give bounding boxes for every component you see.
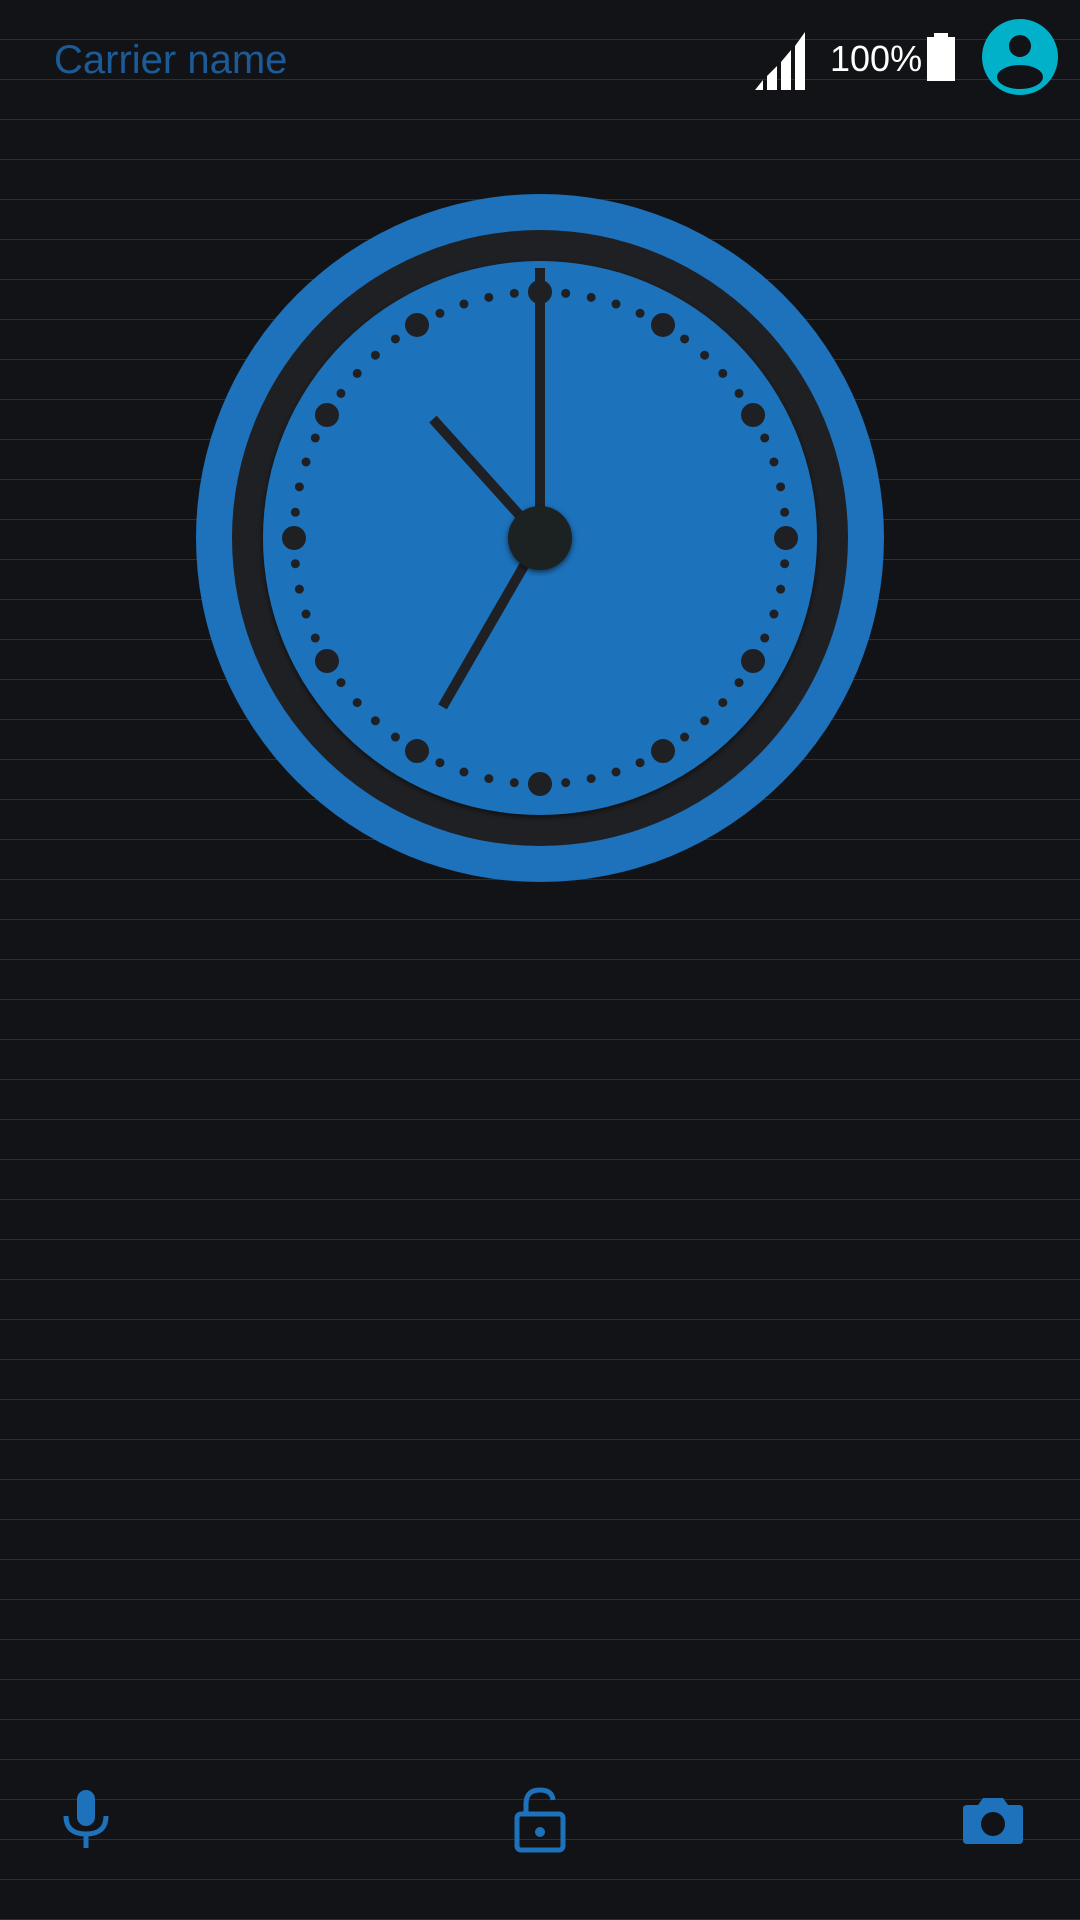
- camera-icon: [963, 1798, 1023, 1844]
- clock-minute-marker: [611, 767, 621, 777]
- unlock-icon: [514, 1787, 566, 1853]
- clock-minute-marker: [310, 633, 320, 643]
- clock-minute-marker: [459, 299, 469, 309]
- clock-hour-marker: [282, 526, 306, 550]
- clock-minute-marker: [760, 633, 770, 643]
- clock-minute-marker: [301, 609, 311, 619]
- clock-minute-marker: [561, 778, 571, 788]
- clock-minute-marker: [336, 388, 346, 398]
- clock-minute-marker: [700, 716, 710, 726]
- clock-minute-marker: [509, 288, 519, 298]
- clock-hour-marker: [405, 312, 429, 337]
- clock-minute-marker: [390, 732, 400, 742]
- analog-clock: [196, 194, 884, 882]
- clock-minute-marker: [586, 292, 596, 302]
- clock-hour-marker: [741, 649, 766, 673]
- clock-minute-marker: [290, 507, 300, 517]
- clock-minute-marker: [635, 758, 645, 768]
- clock-minute-marker: [780, 507, 790, 517]
- clock-minute-marker: [611, 299, 621, 309]
- clock-minute-marker: [459, 767, 469, 777]
- status-bar: Carrier name 100%: [0, 0, 1080, 125]
- user-account-button[interactable]: [982, 19, 1058, 95]
- clock-minute-marker: [776, 482, 786, 492]
- clock-minute-marker: [769, 609, 779, 619]
- microphone-icon: [63, 1790, 109, 1848]
- unlock-button[interactable]: [500, 1780, 580, 1860]
- signal-bars-icon: [755, 32, 805, 90]
- clock-hour-marker: [314, 403, 339, 427]
- battery-percent: 100%: [830, 38, 923, 79]
- clock-minute-marker: [700, 350, 710, 360]
- user-account-icon: [997, 35, 1043, 89]
- clock-minute-marker: [435, 758, 445, 768]
- clock-minute-marker: [352, 698, 362, 708]
- voice-assist-button[interactable]: [46, 1780, 126, 1860]
- camera-button[interactable]: [953, 1780, 1033, 1860]
- clock-hour-marker: [651, 312, 675, 337]
- clock-minute-marker: [734, 678, 744, 688]
- clock-minute-marker: [718, 698, 728, 708]
- clock-minute-marker: [435, 308, 445, 318]
- clock-minute-marker: [780, 559, 790, 569]
- clock-minute-marker: [290, 559, 300, 569]
- clock-hour-marker: [651, 739, 675, 764]
- bottom-shortcuts: [0, 1780, 1080, 1880]
- clock-minute-marker: [352, 368, 362, 378]
- clock-hour-marker: [405, 739, 429, 764]
- clock-minute-marker: [734, 388, 744, 398]
- battery-full-icon: [927, 33, 955, 81]
- clock-hour-marker: [528, 772, 552, 796]
- clock-minute-marker: [760, 433, 770, 443]
- clock-minute-marker: [561, 288, 571, 298]
- clock-minute-marker: [509, 778, 519, 788]
- clock-minute-marker: [310, 433, 320, 443]
- clock-minute-marker: [769, 457, 779, 467]
- clock-minute-marker: [718, 368, 728, 378]
- clock-minute-marker: [370, 716, 380, 726]
- clock-minute-marker: [390, 334, 400, 344]
- clock-minute-marker: [294, 482, 304, 492]
- clock-minute-marker: [680, 732, 690, 742]
- clock-minute-marker: [484, 774, 494, 784]
- clock-center-cap: [508, 506, 572, 570]
- clock-minute-marker: [301, 457, 311, 467]
- clock-minute-marker: [336, 678, 346, 688]
- carrier-name: Carrier name: [54, 38, 288, 82]
- clock-minute-marker: [680, 334, 690, 344]
- clock-hour-marker: [741, 403, 766, 427]
- clock-minute-marker: [370, 350, 380, 360]
- clock-minute-marker: [635, 308, 645, 318]
- clock-hour-marker: [314, 649, 339, 673]
- clock-minute-marker: [776, 584, 786, 594]
- clock-minute-marker: [484, 292, 494, 302]
- clock-hour-marker: [774, 526, 798, 550]
- lockscreen: Carrier name 100%: [0, 0, 1080, 1920]
- clock-minute-marker: [586, 774, 596, 784]
- clock-minute-marker: [294, 584, 304, 594]
